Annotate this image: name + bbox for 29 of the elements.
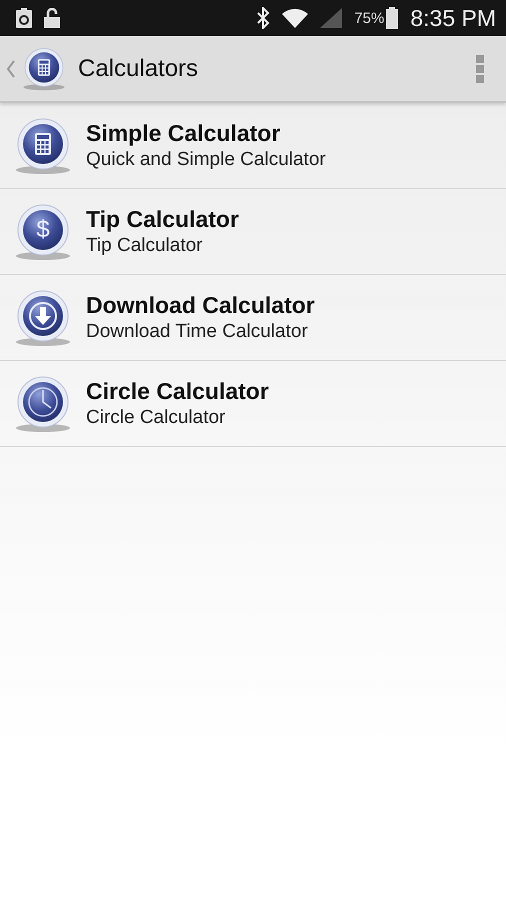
download-icon (14, 288, 72, 346)
overflow-menu-icon[interactable] (476, 54, 484, 82)
item-subtitle: Tip Calculator (86, 235, 203, 257)
item-title: Simple Calculator (86, 120, 280, 147)
list-item[interactable]: Circle Calculator Circle Calculator (0, 361, 506, 447)
calculator-icon (14, 116, 72, 174)
bluetooth-icon (256, 7, 270, 29)
list-item[interactable]: $ Tip Calculator Tip Calculator (0, 189, 506, 275)
item-subtitle: Quick and Simple Calculator (86, 149, 326, 171)
item-title: Download Calculator (86, 292, 315, 319)
lock-icon (44, 8, 60, 28)
signal-icon (320, 8, 342, 28)
item-subtitle: Download Time Calculator (86, 321, 308, 343)
battery-percent: 75% (354, 10, 384, 26)
currency-symbol: $ (36, 218, 50, 242)
item-title: Tip Calculator (86, 206, 239, 233)
list-item[interactable]: Download Calculator Download Time Calculator (0, 275, 506, 361)
calculator-icon (22, 46, 66, 90)
battery-icon (386, 7, 398, 29)
battery-saver-icon (16, 8, 32, 28)
list-item[interactable]: Simple Calculator Quick and Simple Calculator (0, 103, 506, 189)
clock-time: 8:35 PM (410, 4, 496, 32)
clock-icon (14, 374, 72, 432)
back-icon[interactable] (6, 60, 16, 78)
wifi-icon (282, 8, 308, 28)
app-title: Calculators (78, 54, 200, 82)
coin-icon (14, 202, 72, 260)
item-title: Circle Calculator (86, 378, 269, 405)
item-subtitle: Circle Calculator (86, 407, 226, 429)
